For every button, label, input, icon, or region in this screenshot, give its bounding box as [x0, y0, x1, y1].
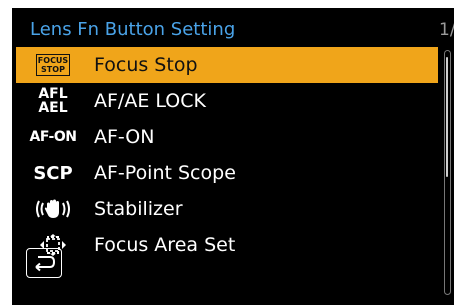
- menu-item-label: Stabilizer: [94, 198, 183, 220]
- page-indicator: 1/: [439, 20, 454, 40]
- stabilizer-hand-icon: [16, 191, 90, 227]
- af-on-icon-text: AF-ON: [29, 129, 77, 145]
- camera-menu-screen: Lens Fn Button Setting 1/ FOCUS STOP Foc…: [12, 8, 454, 305]
- focus-stop-icon-line1: FOCUS: [37, 56, 69, 65]
- focus-stop-icon: FOCUS STOP: [16, 47, 90, 83]
- menu-item-focus-stop[interactable]: FOCUS STOP Focus Stop: [16, 47, 438, 83]
- scp-icon-text: SCP: [33, 162, 73, 184]
- scrollbar-thumb[interactable]: [446, 57, 448, 177]
- afl-icon-line2: AEL: [38, 100, 68, 116]
- afl-icon-line1: AFL: [38, 86, 68, 102]
- menu-item-label: AF-ON: [94, 126, 155, 148]
- return-arrow-icon: [35, 256, 56, 272]
- menu-item-label: AF-Point Scope: [94, 162, 236, 184]
- back-button[interactable]: [26, 248, 62, 278]
- menu-item-af-ae-lock[interactable]: AFL AEL AF/AE LOCK: [16, 83, 438, 119]
- menu-list: FOCUS STOP Focus Stop AFL AEL AF/AE LOCK…: [16, 47, 438, 263]
- menu-item-af-point-scope[interactable]: SCP AF-Point Scope: [16, 155, 438, 191]
- af-on-icon: AF-ON: [16, 119, 90, 155]
- menu-item-stabilizer[interactable]: Stabilizer: [16, 191, 438, 227]
- af-ae-lock-icon: AFL AEL: [16, 83, 90, 119]
- menu-item-label: Focus Area Set: [94, 234, 236, 256]
- menu-title: Lens Fn Button Setting: [30, 19, 236, 40]
- scrollbar[interactable]: [444, 50, 451, 295]
- menu-item-focus-area-set[interactable]: Focus Area Set: [16, 227, 438, 263]
- scp-icon: SCP: [16, 155, 90, 191]
- menu-item-label: AF/AE LOCK: [94, 90, 206, 112]
- menu-item-label: Focus Stop: [94, 54, 198, 76]
- menu-item-af-on[interactable]: AF-ON AF-ON: [16, 119, 438, 155]
- focus-stop-icon-line2: STOP: [41, 65, 65, 74]
